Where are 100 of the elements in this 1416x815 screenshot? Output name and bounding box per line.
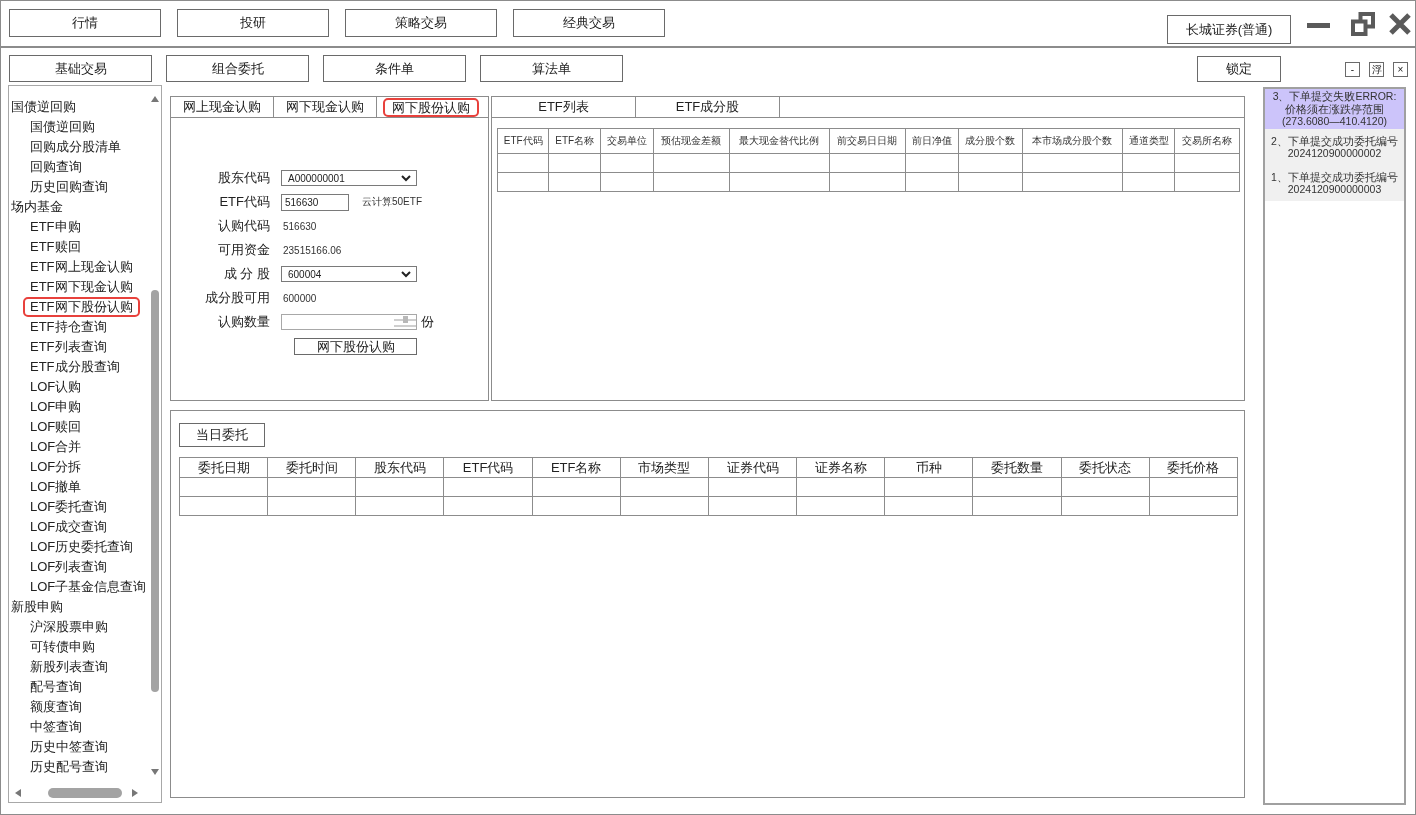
tree-item[interactable]: LOF历史委托查询 (23, 537, 141, 557)
column-header: ETF代码 (497, 128, 549, 154)
account-button[interactable]: 长城证券(普通) (1167, 15, 1291, 44)
nav-button[interactable]: 策略交易 (345, 9, 497, 37)
tree-item[interactable]: 国债逆回购 (23, 117, 102, 137)
field-label: 成 分 股 (222, 265, 270, 283)
quantity-field[interactable] (281, 314, 417, 330)
tree-item[interactable]: ETF网下现金认购 (23, 277, 140, 297)
tree-item[interactable]: ETF成分股查询 (23, 357, 127, 377)
tree-group-item[interactable]: 新股申购 (9, 597, 65, 617)
field-label: ETF代码 (218, 193, 270, 211)
tree-item[interactable]: 回购成分股清单 (23, 137, 128, 157)
tab[interactable]: 网上现金认购 (171, 97, 274, 117)
tree-item[interactable]: LOF撤单 (23, 477, 89, 497)
minimize-button[interactable]: - (1345, 62, 1360, 77)
column-header: ETF代码 (443, 457, 533, 478)
field-label: 认购数量 (217, 313, 270, 331)
tree-item[interactable]: 配号查询 (23, 677, 89, 697)
tab[interactable]: 网下现金认购 (274, 97, 377, 117)
subnav-button[interactable]: 算法单 (480, 55, 623, 82)
tree-item[interactable]: ETF赎回 (23, 237, 88, 257)
field-label: 成分股可用 (204, 289, 270, 307)
column-header: 成分股个数 (958, 128, 1023, 154)
tree-item[interactable]: LOF赎回 (23, 417, 89, 437)
nav-button[interactable]: 经典交易 (513, 9, 665, 37)
tree-item[interactable]: 可转债申购 (23, 637, 102, 657)
dropdown[interactable]: 600004 (281, 266, 417, 282)
tab[interactable]: ETF列表 (492, 97, 636, 117)
order-number: 2024120900000003 (1286, 183, 1383, 196)
scroll-up-icon[interactable] (150, 96, 159, 102)
column-header: 股东代码 (355, 457, 444, 478)
tree-item[interactable]: LOF成交查询 (23, 517, 115, 537)
column-header: 委托价格 (1149, 457, 1238, 478)
close-button[interactable]: × (1393, 62, 1408, 77)
scroll-left-icon[interactable] (15, 789, 21, 797)
column-header: 委托数量 (972, 457, 1062, 478)
message-text: 1、下单提交成功委托编号 (1270, 170, 1399, 183)
tree-group-item[interactable]: 国债逆回购 (9, 97, 78, 117)
restore-icon[interactable] (1351, 12, 1375, 36)
lock-button[interactable]: 锁定 (1197, 56, 1281, 82)
tree-item[interactable]: LOF认购 (23, 377, 89, 397)
tree-item[interactable]: LOF子基金信息查询 (23, 577, 148, 597)
tree-item[interactable]: 额度查询 (23, 697, 89, 717)
orders-tab[interactable]: 当日委托 (179, 423, 265, 447)
column-header: ETF名称 (548, 128, 601, 154)
tree-item[interactable]: 中签查询 (23, 717, 89, 737)
scroll-right-icon[interactable] (132, 789, 138, 797)
tree-item[interactable]: LOF列表查询 (23, 557, 115, 577)
tree-item[interactable]: LOF分拆 (23, 457, 89, 477)
field-label: 股东代码 (217, 169, 270, 187)
subnav-button[interactable]: 基础交易 (9, 55, 152, 82)
tree-item[interactable]: LOF申购 (23, 397, 89, 417)
close-icon[interactable] (1388, 12, 1412, 36)
tree-item[interactable]: 沪深股票申购 (23, 617, 115, 637)
tree-item[interactable]: ETF持仓查询 (23, 317, 114, 337)
tree-item[interactable]: 回购查询 (23, 157, 89, 177)
scrollbar-thumb[interactable] (48, 788, 122, 798)
message-text: 2、下单提交成功委托编号 (1270, 134, 1399, 147)
input-field[interactable]: 516630 (281, 193, 349, 211)
nav-button[interactable]: 行情 (9, 9, 161, 37)
chevron-down-icon (401, 270, 411, 278)
column-header: 委托时间 (267, 457, 356, 478)
etf-name: 云计算50ETF (362, 195, 422, 209)
column-header: 币种 (884, 457, 973, 478)
column-header: 最大现金替代比例 (729, 128, 830, 154)
column-header: 证券代码 (708, 457, 797, 478)
tree-item[interactable]: 历史配号查询 (23, 757, 115, 777)
field-value: 516630 (282, 220, 317, 232)
tree-item[interactable]: 历史回购查询 (23, 177, 115, 197)
subnav-button[interactable]: 条件单 (323, 55, 466, 82)
column-header: 市场类型 (620, 457, 709, 478)
column-header: ETF名称 (532, 457, 621, 478)
tree-item[interactable]: ETF网下股份认购 (23, 297, 140, 317)
column-header: 预估现金差额 (653, 128, 730, 154)
submit-button[interactable]: 网下股份认购 (294, 337, 417, 355)
tree-group-item[interactable]: 场内基金 (9, 197, 65, 217)
order-number: 2024120900000002 (1286, 147, 1383, 160)
tree-item[interactable]: 新股列表查询 (23, 657, 115, 677)
message-text: 3、下单提交失败ERROR:价格须在涨跌停范围(273.6080—410.4120) (1271, 90, 1398, 128)
column-header: 前日净值 (905, 128, 959, 154)
field-label: 可用资金 (217, 241, 270, 259)
column-header: 交易所名称 (1174, 128, 1240, 154)
tree-item[interactable]: ETF网上现金认购 (23, 257, 140, 277)
nav-button[interactable]: 投研 (177, 9, 329, 37)
unit-label: 份 (421, 313, 434, 331)
tree-item[interactable]: ETF列表查询 (23, 337, 114, 357)
dropdown[interactable]: A000000001 (281, 170, 417, 186)
chevron-down-icon (401, 174, 411, 182)
tree-item[interactable]: ETF申购 (23, 217, 88, 237)
subnav-button[interactable]: 组合委托 (166, 55, 309, 82)
tab[interactable]: ETF成分股 (636, 97, 780, 117)
float-button[interactable]: 浮 (1369, 62, 1384, 77)
scrollbar-thumb[interactable] (150, 290, 159, 692)
tree-item[interactable]: 历史中签查询 (23, 737, 115, 757)
tree-item[interactable]: LOF委托查询 (23, 497, 115, 517)
field-value: 23515166.06 (282, 244, 342, 256)
column-header: 证券名称 (796, 457, 885, 478)
tree-item[interactable]: LOF合并 (23, 437, 89, 457)
scroll-down-icon[interactable] (150, 769, 159, 775)
column-header: 前交易日日期 (829, 128, 906, 154)
